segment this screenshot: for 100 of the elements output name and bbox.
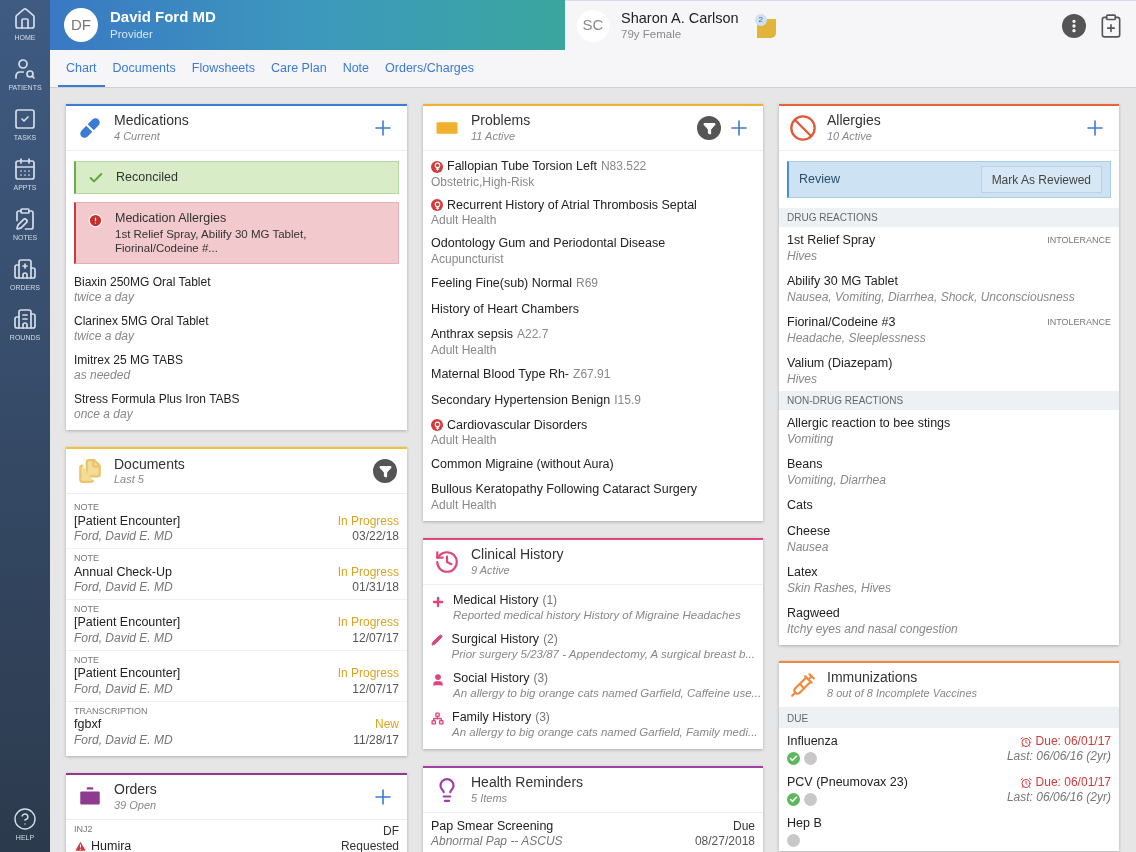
mark-as-reviewed-button[interactable]: Mark As Reviewed [980, 166, 1102, 193]
allergy-name: Latex [787, 565, 819, 581]
allergy-name: Cats [787, 498, 813, 514]
document-title: [Patient Encounter] [74, 615, 181, 631]
document-status: New [375, 717, 399, 733]
alert-icon [88, 211, 103, 228]
problem-row[interactable]: Maternal Blood Type Rh- Z67.91 [423, 361, 763, 388]
allergy-reaction: Hives [787, 248, 818, 264]
history-row[interactable]: Medical History (1) Reported medical history History of Migraine Headaches [423, 588, 763, 628]
document-row[interactable]: TRANSCRIPTION fgbxf New Ford, David E. MD 11/28/17 [66, 701, 407, 752]
history-name: Medical History [453, 592, 539, 609]
medication-row[interactable]: Stress Formula Plus Iron TABS once a day [66, 387, 407, 427]
document-date: 01/31/18 [352, 580, 399, 596]
allergy-row[interactable]: 1st Relief Spray Hives INTOLERANCE [779, 227, 1119, 268]
filter-button[interactable] [373, 459, 397, 484]
vaccine-row[interactable]: PCV (Pneumovax 23) Due: 06/01/17 Last: 06/06/16 (2yr) [779, 769, 1119, 810]
order-type: INJ2 [74, 823, 93, 836]
medication-dosage: twice a day [74, 328, 136, 344]
tab[interactable]: Care Plan [263, 51, 335, 87]
vaccine-last: Last: 06/06/16 (2yr) [1006, 749, 1111, 764]
allergy-row[interactable]: Abilify 30 MG Tablet Nausea, Vomiting, Diarrhea, Shock, Unconsciousness [779, 268, 1119, 309]
history-count: (1) [542, 592, 558, 609]
alarm-icon [1019, 735, 1032, 748]
allergy-row[interactable]: Cheese Nausea [779, 518, 1119, 559]
document-row[interactable]: NOTE [Patient Encounter] In Progress Ford, David E. MD 12/07/17 [66, 651, 407, 702]
filter-button[interactable] [697, 116, 721, 140]
problem-row[interactable]: Bullous Keratopathy Following Cataract Surgery Adult Health [423, 478, 763, 517]
document-author: Ford, David E. MD [74, 580, 173, 596]
problem-row[interactable]: Odontology Gum and Periodontal Disease Acupuncturist [423, 232, 763, 271]
problem-row[interactable]: Anthrax sepsis A22.7 Adult Health [423, 322, 763, 362]
card-subtitle: 8 out of 8 Incomplete Vaccines [827, 686, 978, 701]
document-row[interactable]: NOTE [Patient Encounter] In Progress Ford, David E. MD 03/22/18 [66, 498, 407, 550]
tab[interactable]: Orders/Charges [377, 51, 482, 87]
card-subtitle: 4 Current [114, 129, 161, 144]
allergy-row[interactable]: Allergic reaction to bee stings Vomiting [779, 410, 1119, 451]
card-title: Allergies [827, 112, 882, 130]
document-row[interactable]: NOTE [Patient Encounter] In Progress Ford, David E. MD 12/07/17 [66, 600, 407, 651]
vaccine-row[interactable]: Hep B [779, 810, 1119, 851]
medication-row[interactable]: Imitrex 25 MG TABS as needed [66, 348, 407, 388]
card-subtitle: 10 Active [827, 129, 873, 144]
document-row[interactable]: NOTE Annual Check-Up In Progress Ford, David E. MD 01/31/18 [66, 549, 407, 601]
patient-name: Sharon A. Carlson [621, 9, 739, 28]
provider-name: David Ford MD [110, 8, 216, 28]
tab[interactable]: Chart [58, 51, 105, 87]
filter-icon [378, 464, 392, 478]
allergy-row[interactable]: Ragweed Itchy eyes and nasal congestion [779, 600, 1119, 641]
tab[interactable]: Note [334, 51, 378, 87]
document-type: TRANSCRIPTION [74, 705, 149, 718]
allergy-tag: INTOLERANCE [1047, 233, 1111, 268]
problem-row[interactable]: Cardiovascular Disorders Adult Health [423, 413, 763, 453]
allergy-row[interactable]: Latex Skin Rashes, Hives [779, 559, 1119, 600]
document-author: Ford, David E. MD [74, 732, 173, 748]
document-type: NOTE [74, 502, 100, 514]
allergy-reaction: Vomiting [787, 431, 835, 447]
more-options-button[interactable] [1062, 13, 1086, 38]
order-row[interactable]: INJ2 DF Humira Requested [66, 819, 407, 852]
allergy-row[interactable]: Beans Vomiting, Diarrhea [779, 451, 1119, 492]
document-title: fgbxf [74, 717, 102, 733]
problem-name: Bullous Keratopathy Following Cataract Surgery [431, 482, 698, 498]
allergy-row[interactable]: Cats [779, 492, 1119, 518]
vaccine-row[interactable]: Influenza Due: 06/01/17 Last: 06/06/16 (2yr) [779, 728, 1119, 769]
problem-code: A22.7 [517, 327, 549, 343]
problem-row[interactable]: Common Migraine (without Aura) [423, 452, 763, 479]
tab[interactable]: Flowsheets [183, 51, 264, 87]
allergy-name: Cheese [787, 524, 831, 540]
allergy-row[interactable]: Fiorinal/Codeine #3 Headache, Sleeplessness INTOLERANCE [779, 309, 1119, 350]
medication-row[interactable]: Biaxin 250MG Oral Tablet twice a day [66, 270, 407, 310]
document-title: [Patient Encounter] [74, 513, 181, 530]
female-icon [431, 160, 443, 173]
checkbox-icon [13, 106, 37, 131]
person-search-icon [13, 56, 37, 81]
history-row[interactable]: Social History (3) An allergy to big orange cats named Garfield, Caffeine use... [423, 666, 763, 706]
allergy-name: Valium (Diazepam) [787, 356, 893, 372]
document-author: Ford, David E. MD [74, 529, 173, 545]
vaccine-due: Due: 06/01/17 [1035, 734, 1111, 749]
problem-code: Z67.91 [573, 367, 611, 382]
medication-row[interactable]: Clarinex 5MG Oral Tablet twice a day [66, 309, 407, 349]
sticky-notes-button[interactable]: 2 [754, 13, 777, 38]
document-title: Annual Check-Up [74, 564, 172, 581]
section-header: DUE [779, 708, 1119, 728]
history-row[interactable]: Family History (3) An allergy to big orange cats named Garfield, Family medi... [423, 705, 763, 745]
history-name: Social History [453, 670, 530, 687]
history-row[interactable]: Surgical History (2) Prior surgery 5/23/87 - Appendectomy, A surgical breast b... [423, 627, 763, 667]
allergy-row[interactable]: Valium (Diazepam) Hives [779, 350, 1119, 391]
medication-name: Biaxin 250MG Oral Tablet [74, 274, 212, 290]
problem-row[interactable]: Recurrent History of Atrial Thrombosis Septal Adult Health [423, 193, 763, 233]
reminder-row[interactable]: Pap Smear Screening Due Abnormal Pap -- ASCUS 08/27/2018 [423, 812, 763, 852]
problem-row[interactable]: Feeling Fine(sub) Normal R69 [423, 270, 763, 297]
tab[interactable]: Documents [104, 51, 184, 87]
card-title: Orders [114, 781, 158, 799]
problem-row[interactable]: Fallopian Tube Torsion Left N83.522 Obstetric,High-Risk [423, 155, 763, 194]
problem-row[interactable]: History of Heart Chambers [423, 296, 763, 323]
document-date: 03/22/18 [352, 529, 399, 545]
problem-row[interactable]: Secondary Hypertension Benign I15.9 [423, 387, 763, 414]
medication-name: Clarinex 5MG Oral Tablet [74, 313, 210, 329]
alarm-icon [1019, 776, 1032, 789]
provider-avatar: DF [64, 8, 98, 42]
problem-name: Fallopian Tube Torsion Left [447, 159, 597, 175]
allergy-name: Ragweed [787, 606, 841, 622]
order-provider: DF [383, 823, 399, 839]
